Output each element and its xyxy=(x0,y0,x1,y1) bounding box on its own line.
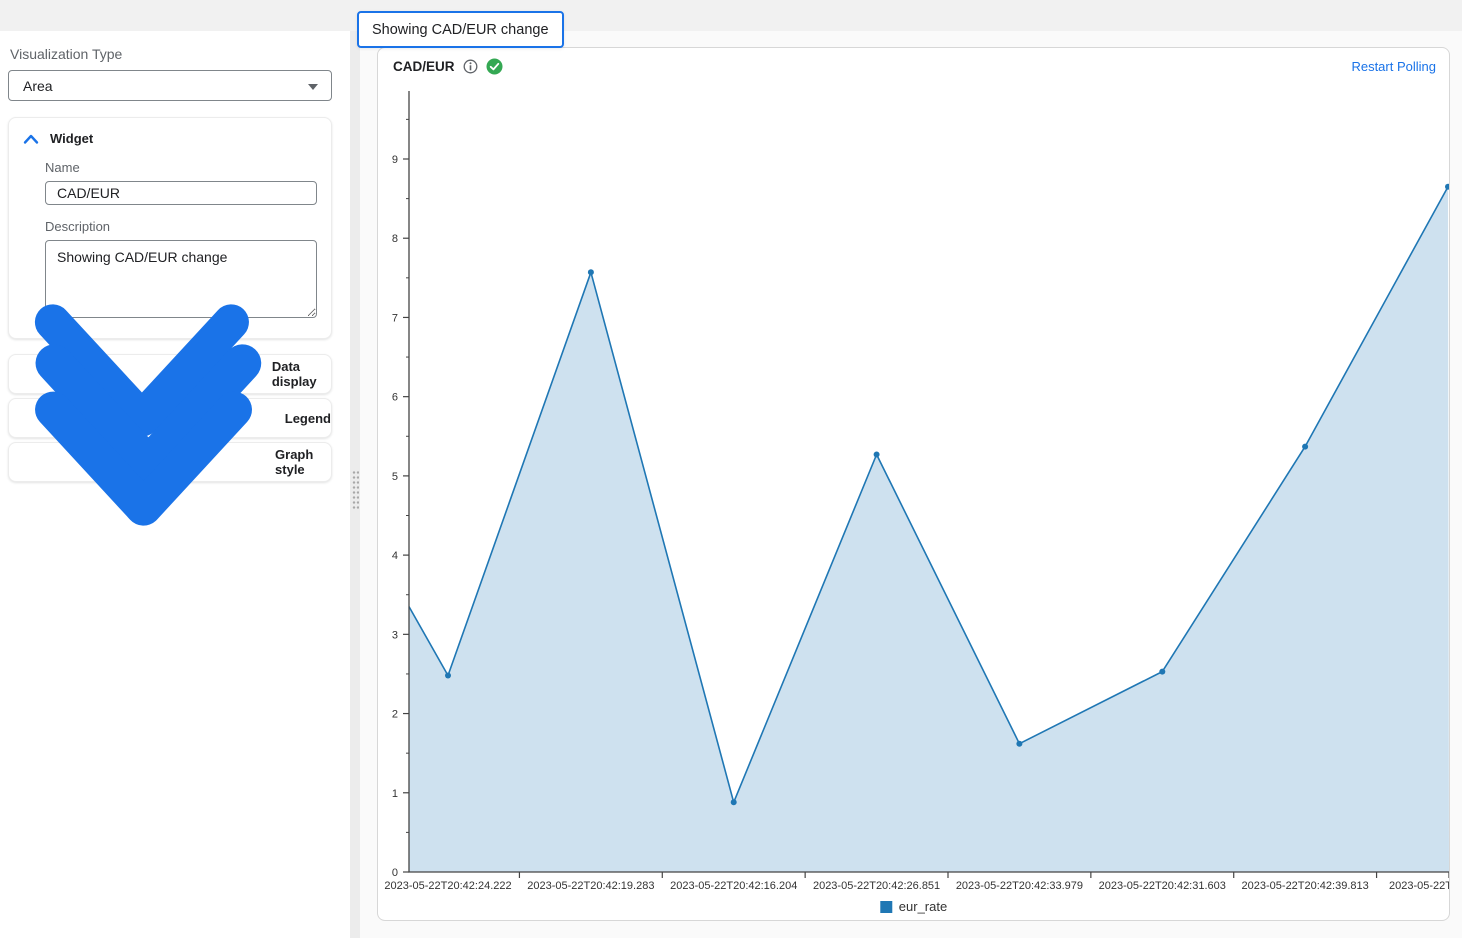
svg-text:4: 4 xyxy=(392,550,398,562)
restart-polling-link[interactable]: Restart Polling xyxy=(1351,59,1436,74)
description-tooltip: Showing CAD/EUR change xyxy=(357,11,564,48)
visualization-type-value: Area xyxy=(23,78,53,94)
drag-dots-icon xyxy=(352,470,359,510)
visualization-type-label: Visualization Type xyxy=(10,46,350,62)
widget-section-title: Widget xyxy=(50,131,93,146)
section-graph-style[interactable]: Graph style xyxy=(8,442,332,482)
chevron-down-icon xyxy=(308,84,318,90)
chart-title: CAD/EUR xyxy=(393,59,455,74)
settings-panel: Visualization Type Area Widget Name Desc… xyxy=(0,31,350,938)
top-bar xyxy=(0,0,1462,31)
info-icon[interactable] xyxy=(463,59,478,74)
svg-text:2023-05-22T20:42:26.851: 2023-05-22T20:42:26.851 xyxy=(813,880,940,892)
svg-text:1: 1 xyxy=(392,788,398,800)
svg-text:2023-05-22T20:42:19.283: 2023-05-22T20:42:19.283 xyxy=(527,880,654,892)
svg-text:8: 8 xyxy=(392,233,398,245)
chevron-up-icon xyxy=(23,133,39,145)
section-label: Graph style xyxy=(275,447,331,477)
svg-text:0: 0 xyxy=(392,867,398,879)
area-chart[interactable]: 0 1 2 3 4 5 6 7 8 9 2023-05-22T20:42:24.222 2023-05… xyxy=(378,48,1449,896)
chart-widget-card: CAD/EUR Restart Polling 01234567892 xyxy=(377,47,1450,921)
widget-section-header[interactable]: Widget xyxy=(9,118,331,146)
status-ok-icon xyxy=(486,58,503,75)
svg-text:2023-05-22T20:42:24.222: 2023-05-22T20:42:24.222 xyxy=(384,880,511,892)
dashboard-area: CAD/EUR Restart Polling 01234567892 xyxy=(360,31,1462,938)
svg-text:5: 5 xyxy=(392,471,398,483)
svg-text:2023-05-22T20:42:33.979: 2023-05-22T20:42:33.979 xyxy=(956,880,1083,892)
chevron-down-icon xyxy=(23,372,264,553)
svg-text:6: 6 xyxy=(392,392,398,404)
section-label: Data display xyxy=(272,359,331,389)
legend-swatch-icon xyxy=(880,901,892,913)
chart-legend-item[interactable]: eur_rate xyxy=(880,899,947,914)
name-label: Name xyxy=(45,160,331,175)
svg-text:2023-05-22T20:42:31.603: 2023-05-22T20:42:31.603 xyxy=(1099,880,1226,892)
svg-text:9: 9 xyxy=(392,154,398,166)
svg-text:2023-05-22T20:42:39.813: 2023-05-22T20:42:39.813 xyxy=(1242,880,1369,892)
description-label: Description xyxy=(45,219,331,234)
svg-text:2023-05-22T20: 2023-05-22T20 xyxy=(1389,880,1449,892)
description-tooltip-text: Showing CAD/EUR change xyxy=(372,22,549,38)
svg-text:2: 2 xyxy=(392,709,398,721)
svg-text:7: 7 xyxy=(392,312,398,324)
svg-text:2023-05-22T20:42:16.204: 2023-05-22T20:42:16.204 xyxy=(670,880,797,892)
svg-text:3: 3 xyxy=(392,629,398,641)
widget-name-input[interactable] xyxy=(45,181,317,205)
panel-resize-handle[interactable] xyxy=(350,31,360,938)
visualization-type-select[interactable]: Area xyxy=(8,70,332,101)
section-label: Legend xyxy=(285,411,331,426)
legend-label: eur_rate xyxy=(899,899,947,914)
